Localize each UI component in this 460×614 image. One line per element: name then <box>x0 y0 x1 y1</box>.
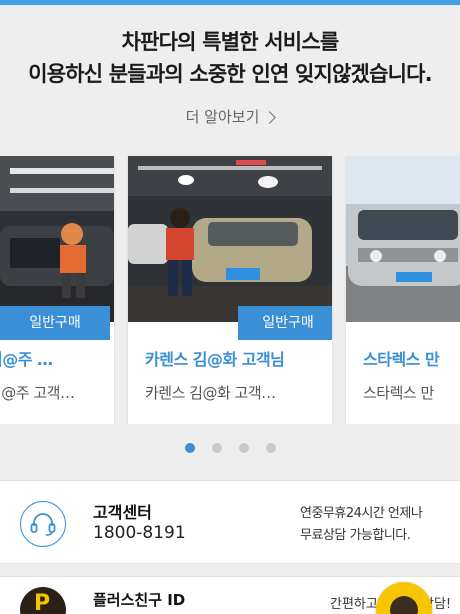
headset-icon <box>20 501 66 547</box>
review-card-subtitle: 김@주 고객… <box>0 384 75 402</box>
review-card[interactable]: 일반구매 카렌스 김@화 고객님 카렌스 김@화 고객… <box>128 156 332 424</box>
learn-more-link[interactable]: 더 알아보기 <box>0 106 460 127</box>
plus-friend-title: 플러스친구 ID <box>93 591 186 609</box>
review-card-title: 김@주 … <box>0 350 53 369</box>
headline-line-1: 차판다의 특별한 서비스를 <box>121 30 340 54</box>
customer-center-note-line-2: 무료상담 가능합니다. <box>300 528 411 543</box>
carousel-pagination <box>0 443 460 453</box>
review-card-title: 스타렉스 만 <box>363 350 440 369</box>
review-car-photo <box>346 156 460 322</box>
review-card-title: 카렌스 김@화 고객님 <box>145 350 285 369</box>
purchase-type-badge: 일반구매 <box>0 306 110 340</box>
customer-center-note-line-1: 연중무휴24시간 언제나 <box>300 506 423 521</box>
review-car-photo <box>0 156 114 322</box>
purchase-type-badge: 일반구매 <box>238 306 332 340</box>
customer-center-note: 연중무휴24시간 언제나 무료상담 가능합니다. <box>300 503 423 547</box>
review-carousel[interactable]: 일반구매 김@주 … 김@주 고객… <box>0 156 460 424</box>
review-card[interactable]: 스타렉스 만 스타렉스 만 <box>346 156 460 424</box>
headline-line-2: 이용하신 분들과의 소중한 인연 잊지않겠습니다. <box>28 62 432 86</box>
chevron-right-icon <box>263 110 277 124</box>
pagination-dot-active[interactable] <box>184 443 195 453</box>
customer-center-panel[interactable]: 고객센터 1800-8191 연중무휴24시간 언제나 무료상담 가능합니다. <box>0 480 460 564</box>
review-card-subtitle: 스타렉스 만 <box>363 384 434 402</box>
learn-more-label: 더 알아보기 <box>185 108 260 126</box>
pagination-dot[interactable] <box>265 443 276 453</box>
review-car-photo <box>128 156 332 322</box>
customer-center-title: 고객센터 <box>93 503 152 522</box>
page-headline: 차판다의 특별한 서비스를 이용하신 분들과의 소중한 인연 잊지않겠습니다. <box>0 26 460 90</box>
kakao-talk-icon <box>390 596 418 614</box>
plus-friend-icon-letter: P <box>34 591 51 614</box>
review-card-subtitle: 카렌스 김@화 고객… <box>145 384 276 402</box>
top-accent-bar <box>0 0 460 5</box>
review-card[interactable]: 일반구매 김@주 … 김@주 고객… <box>0 156 114 424</box>
pagination-dot[interactable] <box>211 443 222 453</box>
customer-center-phone[interactable]: 1800-8191 <box>93 523 186 543</box>
pagination-dot[interactable] <box>238 443 249 453</box>
